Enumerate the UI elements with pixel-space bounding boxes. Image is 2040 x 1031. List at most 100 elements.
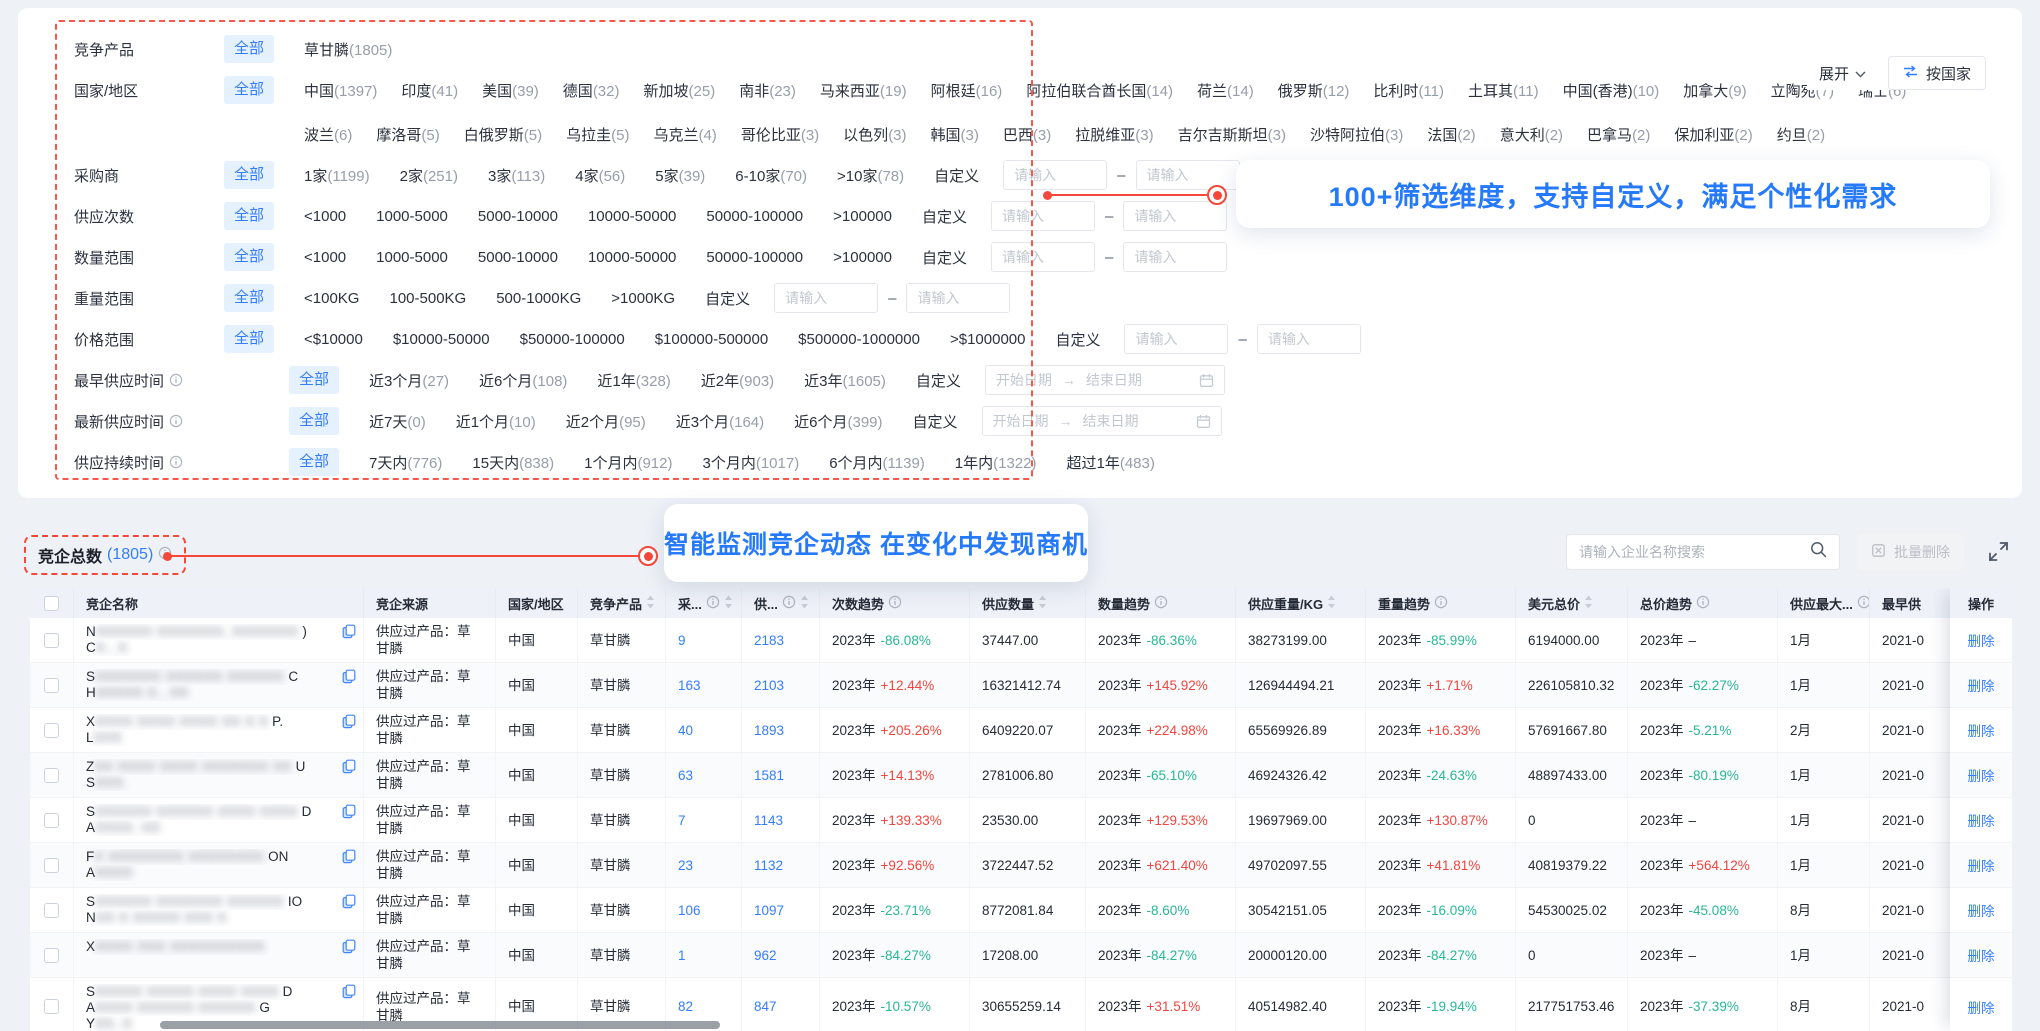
horizontal-scrollbar-thumb[interactable] bbox=[160, 1021, 720, 1029]
filter-option[interactable]: 美国(39) bbox=[482, 80, 539, 101]
filter-option[interactable]: 6个月内(1139) bbox=[829, 452, 925, 473]
row-checkbox[interactable] bbox=[44, 999, 59, 1014]
filter-option[interactable]: 1000-5000 bbox=[376, 249, 448, 266]
filter-option[interactable]: 保加利亚(2) bbox=[1674, 124, 1752, 145]
filter-option[interactable]: 意大利(2) bbox=[1500, 124, 1563, 145]
sort-icon[interactable] bbox=[800, 595, 809, 612]
filter-option[interactable]: 超过1年(483) bbox=[1066, 452, 1154, 473]
filter-all-chip[interactable]: 全部 bbox=[224, 76, 274, 104]
filter-option[interactable]: 3个月内(1017) bbox=[702, 452, 799, 473]
filter-option[interactable]: 近1年(328) bbox=[597, 370, 670, 391]
filter-custom-option[interactable]: 自定义 bbox=[916, 370, 961, 391]
cell-buyers[interactable]: 63 bbox=[666, 753, 742, 797]
range-input-max[interactable] bbox=[906, 283, 1010, 313]
expand-toggle[interactable]: 展开 bbox=[1819, 63, 1866, 84]
cell-buyers[interactable]: 1 bbox=[666, 933, 742, 977]
filter-option[interactable]: 马来西亚(19) bbox=[820, 80, 907, 101]
filter-option[interactable]: 近3个月(164) bbox=[676, 411, 764, 432]
cell-supplies[interactable]: 1893 bbox=[742, 708, 820, 752]
copy-icon[interactable] bbox=[342, 894, 356, 913]
filter-option[interactable]: $500000-1000000 bbox=[798, 331, 920, 348]
filter-option[interactable]: 乌拉圭(5) bbox=[566, 124, 629, 145]
delete-link[interactable]: 删除 bbox=[1950, 663, 2012, 708]
filter-option[interactable]: 法国(2) bbox=[1427, 124, 1475, 145]
row-checkbox[interactable] bbox=[44, 948, 59, 963]
column-header-supplies[interactable]: 供... bbox=[742, 588, 820, 618]
delete-link[interactable]: 删除 bbox=[1950, 708, 2012, 753]
filter-option[interactable]: 近6个月(399) bbox=[794, 411, 882, 432]
filter-option[interactable]: 4家(56) bbox=[575, 165, 625, 186]
filter-option[interactable]: 吉尔吉斯斯坦(3) bbox=[1178, 124, 1286, 145]
filter-option[interactable]: 比利时(11) bbox=[1373, 80, 1444, 101]
company-search-input[interactable] bbox=[1579, 544, 1810, 560]
search-icon[interactable] bbox=[1810, 541, 1827, 563]
filter-all-chip[interactable]: 全部 bbox=[224, 161, 274, 189]
filter-option[interactable]: 沙特阿拉伯(3) bbox=[1310, 124, 1403, 145]
sort-icon[interactable] bbox=[1584, 595, 1593, 612]
filter-custom-option[interactable]: 自定义 bbox=[922, 247, 967, 268]
copy-icon[interactable] bbox=[342, 669, 356, 688]
filter-option[interactable]: 1家(1199) bbox=[304, 165, 370, 186]
column-header-product[interactable]: 竞争产品 bbox=[578, 588, 666, 618]
filter-option[interactable]: 3家(113) bbox=[488, 165, 545, 186]
cell-supplies[interactable]: 847 bbox=[742, 978, 820, 1031]
sort-icon[interactable] bbox=[1327, 595, 1336, 612]
cell-supplies[interactable]: 1132 bbox=[742, 843, 820, 887]
filter-custom-option[interactable]: 自定义 bbox=[934, 165, 979, 186]
row-checkbox[interactable] bbox=[44, 678, 59, 693]
filter-option[interactable]: 以色列(3) bbox=[843, 124, 906, 145]
filter-option[interactable]: >100000 bbox=[833, 208, 892, 225]
filter-option[interactable]: >10家(78) bbox=[837, 165, 904, 186]
filter-all-chip[interactable]: 全部 bbox=[224, 35, 274, 63]
filter-option[interactable]: 近2个月(95) bbox=[566, 411, 646, 432]
column-header-qty[interactable]: 供应数量 bbox=[970, 588, 1086, 618]
filter-option[interactable]: 7天内(776) bbox=[369, 452, 442, 473]
filter-option[interactable]: 土耳其(11) bbox=[1468, 80, 1539, 101]
filter-option[interactable]: 500-1000KG bbox=[496, 290, 581, 307]
cell-buyers[interactable]: 7 bbox=[666, 798, 742, 842]
filter-option[interactable]: 近7天(0) bbox=[369, 411, 426, 432]
cell-supplies[interactable]: 2103 bbox=[742, 663, 820, 707]
filter-option[interactable]: 阿根廷(16) bbox=[931, 80, 1003, 101]
filter-option[interactable]: $10000-50000 bbox=[393, 331, 490, 348]
column-header-usd[interactable]: 美元总价 bbox=[1516, 588, 1628, 618]
cell-buyers[interactable]: 106 bbox=[666, 888, 742, 932]
filter-option[interactable]: 15天内(838) bbox=[472, 452, 554, 473]
copy-icon[interactable] bbox=[342, 939, 356, 958]
delete-link[interactable]: 删除 bbox=[1950, 888, 2012, 933]
filter-option[interactable]: 阿拉伯联合酋长国(14) bbox=[1026, 80, 1173, 101]
filter-option[interactable]: 新加坡(25) bbox=[644, 80, 716, 101]
range-input-min[interactable] bbox=[991, 242, 1095, 272]
delete-link[interactable]: 删除 bbox=[1950, 753, 2012, 798]
filter-option[interactable]: 波兰(6) bbox=[304, 124, 352, 145]
filter-option[interactable]: 中国(1397) bbox=[304, 80, 377, 101]
cell-supplies[interactable]: 1097 bbox=[742, 888, 820, 932]
filter-option[interactable]: 白俄罗斯(5) bbox=[464, 124, 542, 145]
filter-option[interactable]: 50000-100000 bbox=[706, 208, 803, 225]
filter-option[interactable]: 哥伦比亚(3) bbox=[741, 124, 819, 145]
filter-option[interactable]: 6-10家(70) bbox=[735, 165, 807, 186]
filter-all-chip[interactable]: 全部 bbox=[289, 407, 339, 435]
delete-link[interactable]: 删除 bbox=[1950, 843, 2012, 888]
cell-supplies[interactable]: 1143 bbox=[742, 798, 820, 842]
filter-option[interactable]: 5000-10000 bbox=[478, 208, 558, 225]
filter-option[interactable]: 加拿大(9) bbox=[1683, 80, 1746, 101]
range-input-max[interactable] bbox=[1136, 160, 1240, 190]
cell-supplies[interactable]: 962 bbox=[742, 933, 820, 977]
delete-link[interactable]: 删除 bbox=[1950, 978, 2012, 1031]
column-header-weight[interactable]: 供应重量/KG bbox=[1236, 588, 1366, 618]
filter-all-chip[interactable]: 全部 bbox=[224, 202, 274, 230]
filter-option[interactable]: <1000 bbox=[304, 208, 346, 225]
filter-option[interactable]: $100000-500000 bbox=[655, 331, 768, 348]
delete-link[interactable]: 删除 bbox=[1950, 618, 2012, 663]
row-checkbox[interactable] bbox=[44, 723, 59, 738]
filter-custom-option[interactable]: 自定义 bbox=[913, 411, 958, 432]
filter-custom-option[interactable]: 自定义 bbox=[1055, 329, 1100, 350]
range-input-min[interactable] bbox=[991, 201, 1095, 231]
filter-option[interactable]: 近3年(1605) bbox=[804, 370, 886, 391]
filter-option[interactable]: >1000KG bbox=[611, 290, 675, 307]
filter-option[interactable]: 韩国(3) bbox=[931, 124, 979, 145]
filter-option[interactable]: 中国(香港)(10) bbox=[1563, 80, 1660, 101]
cell-supplies[interactable]: 2183 bbox=[742, 618, 820, 662]
filter-option[interactable]: 拉脱维亚(3) bbox=[1075, 124, 1153, 145]
